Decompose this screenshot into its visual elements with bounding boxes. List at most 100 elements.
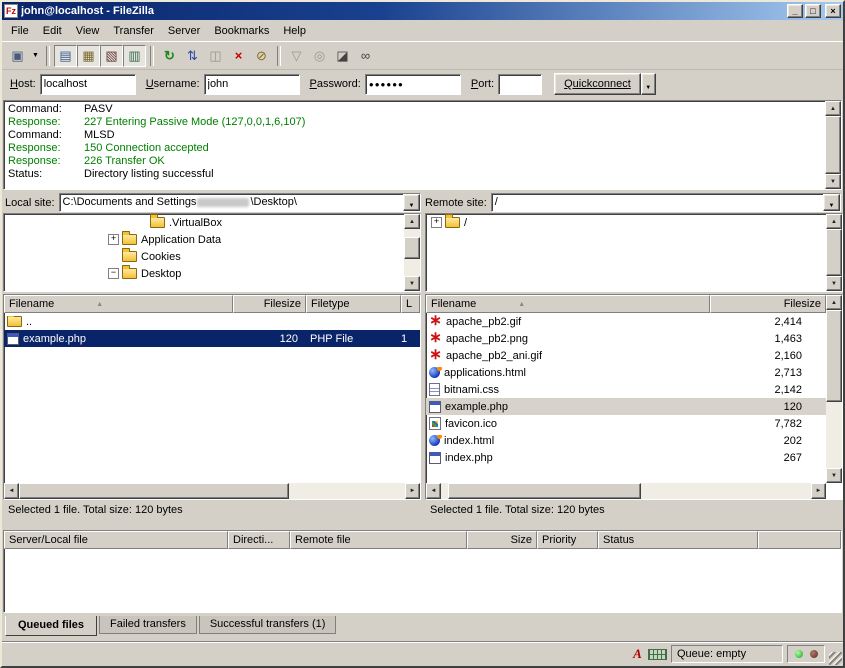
maximize-button[interactable]: □ <box>805 4 821 18</box>
username-input[interactable] <box>204 74 300 95</box>
find-button[interactable]: ◎ <box>308 45 331 67</box>
remote-tree-scrollbar[interactable] <box>826 214 842 291</box>
site-manager-button[interactable]: ▣ <box>6 45 29 67</box>
column-header-filename[interactable]: Filename▲ <box>426 295 710 313</box>
expand-icon[interactable]: + <box>431 217 442 228</box>
menu-transfer[interactable]: Transfer <box>106 22 161 40</box>
tree-item[interactable]: Cookies <box>4 248 420 265</box>
tree-item[interactable]: +/ <box>426 214 842 231</box>
menu-edit[interactable]: Edit <box>36 22 69 40</box>
scroll-thumb[interactable] <box>448 483 640 499</box>
column-header-filesize[interactable]: Filesize <box>233 295 306 313</box>
file-row-selected[interactable]: example.php 120 PHP File 1 <box>4 330 420 347</box>
column-header-direction[interactable]: Directi... <box>228 531 290 549</box>
column-header-filesize[interactable]: Filesize <box>710 295 826 313</box>
menu-bookmarks[interactable]: Bookmarks <box>207 22 276 40</box>
scroll-thumb[interactable] <box>19 483 289 499</box>
minimize-button[interactable]: _ <box>787 4 803 18</box>
column-header-server-local-file[interactable]: Server/Local file <box>4 531 228 549</box>
file-row[interactable]: index.php267 <box>426 449 842 466</box>
scroll-right-icon[interactable] <box>405 483 420 499</box>
column-header-priority[interactable]: Priority <box>537 531 598 549</box>
scroll-track[interactable] <box>19 483 405 499</box>
log-scrollbar[interactable] <box>825 101 841 189</box>
file-row[interactable]: bitnami.css2,142 <box>426 381 842 398</box>
scroll-up-icon[interactable] <box>825 101 841 116</box>
site-manager-dropdown-button[interactable]: ▼ <box>29 45 42 67</box>
scroll-right-icon[interactable] <box>811 483 826 499</box>
scroll-track[interactable] <box>826 229 842 276</box>
scroll-left-icon[interactable] <box>426 483 441 499</box>
local-tree-scrollbar[interactable] <box>404 214 420 291</box>
refresh-button[interactable]: ↻ <box>158 45 181 67</box>
column-header-lastmodified[interactable]: L <box>401 295 420 313</box>
column-header-size[interactable]: Size <box>467 531 537 549</box>
expand-icon[interactable]: + <box>108 234 119 245</box>
cancel-button[interactable]: × <box>227 45 250 67</box>
remote-site-combo[interactable]: / <box>491 193 841 212</box>
tree-item[interactable]: −Desktop <box>4 265 420 282</box>
menu-view[interactable]: View <box>69 22 107 40</box>
collapse-icon[interactable]: − <box>108 268 119 279</box>
toggle-local-tree-button[interactable]: ▦ <box>77 45 100 67</box>
file-row[interactable]: apache_pb2.png1,463 <box>426 330 842 347</box>
toggle-remote-tree-button[interactable]: ▧ <box>100 45 123 67</box>
scroll-up-icon[interactable] <box>404 214 420 229</box>
local-site-combo[interactable]: C:\Documents and Settings\Desktop\ <box>59 193 421 212</box>
file-row[interactable]: apache_pb2_ani.gif2,160 <box>426 347 842 364</box>
tree-item[interactable]: +Application Data <box>4 231 420 248</box>
remote-list-hscrollbar[interactable] <box>426 483 826 499</box>
scroll-down-icon[interactable] <box>825 174 841 189</box>
scroll-track[interactable] <box>404 229 420 276</box>
scroll-down-icon[interactable] <box>826 276 842 291</box>
filter-button[interactable]: ▽ <box>285 45 308 67</box>
scroll-thumb[interactable] <box>826 229 842 276</box>
quickconnect-dropdown-button[interactable] <box>641 73 656 95</box>
scroll-track[interactable] <box>826 310 842 468</box>
tab-successful-transfers[interactable]: Successful transfers (1) <box>199 616 337 634</box>
menu-file[interactable]: File <box>4 22 36 40</box>
local-site-combo-dropdown[interactable] <box>403 194 420 211</box>
password-input[interactable] <box>365 74 461 95</box>
remote-site-path[interactable]: / <box>492 194 823 211</box>
toggle-queue-button[interactable]: ▥ <box>123 45 146 67</box>
scroll-thumb[interactable] <box>404 237 420 259</box>
toggle-message-log-button[interactable]: ▤ <box>54 45 77 67</box>
menu-server[interactable]: Server <box>161 22 207 40</box>
scroll-track[interactable] <box>441 483 811 499</box>
column-header-filetype[interactable]: Filetype <box>306 295 401 313</box>
scroll-up-icon[interactable] <box>826 295 842 310</box>
column-header-filename[interactable]: Filename▲ <box>4 295 233 313</box>
scroll-down-icon[interactable] <box>826 468 842 483</box>
remote-site-combo-dropdown[interactable] <box>823 194 840 211</box>
menu-help[interactable]: Help <box>276 22 313 40</box>
tab-queued-files[interactable]: Queued files <box>5 616 97 636</box>
local-site-path[interactable]: C:\Documents and Settings\Desktop\ <box>60 194 403 211</box>
remote-list-scrollbar[interactable] <box>826 295 842 483</box>
column-header-remote-file[interactable]: Remote file <box>290 531 467 549</box>
disconnect-button[interactable]: ⊘ <box>250 45 273 67</box>
tab-failed-transfers[interactable]: Failed transfers <box>99 616 197 634</box>
file-row[interactable]: favicon.ico7,782 <box>426 415 842 432</box>
scroll-down-icon[interactable] <box>404 276 420 291</box>
process-queue-button[interactable]: ⇅ <box>181 45 204 67</box>
file-row[interactable]: apache_pb2.gif2,414 <box>426 313 842 330</box>
resize-grip[interactable] <box>829 652 842 665</box>
local-list-hscrollbar[interactable] <box>4 483 420 499</box>
file-row[interactable]: applications.html2,713 <box>426 364 842 381</box>
scroll-left-icon[interactable] <box>4 483 19 499</box>
preview-button[interactable]: ◫ <box>204 45 227 67</box>
scroll-up-icon[interactable] <box>826 214 842 229</box>
file-row-selected[interactable]: example.php120 <box>426 398 842 415</box>
file-row[interactable]: index.html202 <box>426 432 842 449</box>
file-row-updir[interactable]: .. <box>4 313 420 330</box>
scroll-thumb[interactable] <box>825 116 841 174</box>
close-button[interactable]: × <box>825 4 841 18</box>
quickconnect-button[interactable]: Quickconnect <box>554 73 641 95</box>
titlebar[interactable]: Fz john@localhost - FileZilla _ □ × <box>2 2 843 20</box>
column-header-status[interactable]: Status <box>598 531 758 549</box>
tree-item[interactable]: .VirtualBox <box>4 214 420 231</box>
compare-button[interactable]: ◪ <box>331 45 354 67</box>
scroll-thumb[interactable] <box>826 310 842 402</box>
sync-browse-button[interactable]: ∞ <box>354 45 377 67</box>
